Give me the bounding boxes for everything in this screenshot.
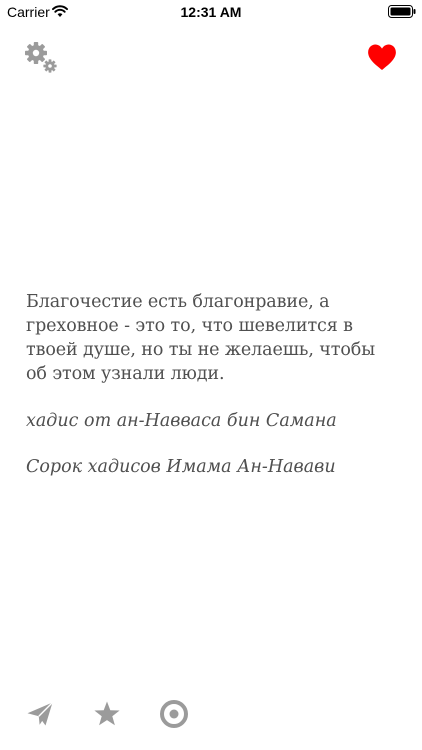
star-icon: [94, 701, 120, 726]
target-icon: [160, 700, 188, 728]
heart-icon: [368, 44, 396, 70]
quote-source: Сорок хадисов Имама Ан-Навави: [26, 457, 336, 477]
favorite-button[interactable]: [366, 42, 398, 72]
quote-text: Благочестие есть благонравие, а греховно…: [26, 292, 376, 384]
paper-plane-icon: [27, 702, 53, 726]
status-bar: Carrier 12:31 AM: [0, 0, 422, 24]
star-button[interactable]: [93, 700, 121, 728]
quote-block: Благочестие есть благонравие, а греховно…: [26, 290, 400, 479]
target-button[interactable]: [159, 699, 189, 729]
status-time: 12:31 AM: [180, 4, 242, 20]
gears-icon: [25, 42, 57, 73]
battery-icon: [388, 5, 416, 18]
settings-button[interactable]: [22, 40, 58, 74]
quote-narrator: хадис от ан-Навваса бин Самана: [26, 411, 337, 431]
share-button[interactable]: [26, 701, 54, 727]
